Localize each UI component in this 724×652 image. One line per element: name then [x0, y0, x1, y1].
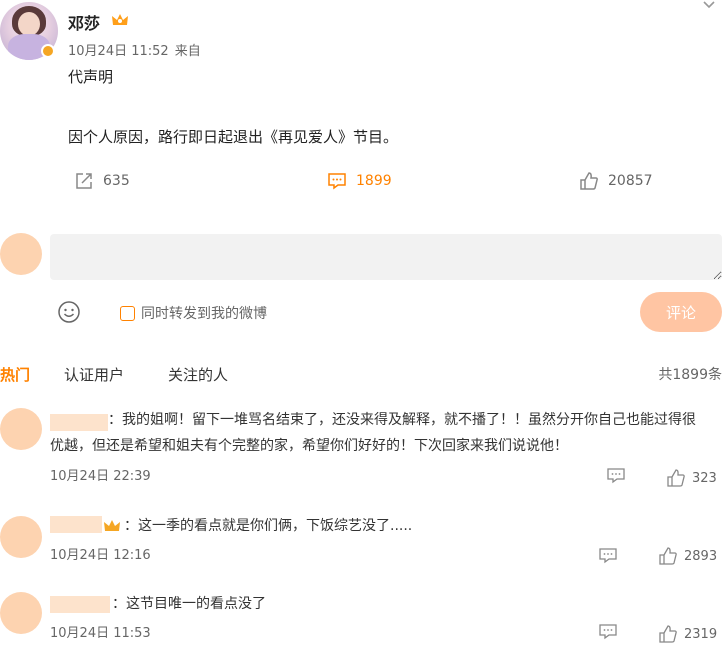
verified-badge-icon — [41, 44, 55, 58]
comment-like-button[interactable]: 2893 — [658, 546, 717, 566]
redacted-username — [50, 596, 110, 613]
comment-total: 共1899条 — [658, 367, 722, 383]
redacted-username — [50, 414, 108, 431]
reply-icon[interactable] — [606, 466, 626, 486]
chevron-down-icon[interactable] — [702, 0, 716, 12]
submit-comment-button[interactable]: 评论 — [640, 292, 722, 332]
like-count: 20857 — [608, 173, 653, 189]
comment-like-count: 2319 — [684, 626, 718, 642]
share-icon — [76, 173, 92, 189]
comment-text-cont: 优越，但还是希望和姐夫有个完整的家，希望你们好好的！下次回家来我们说说他！ — [50, 438, 568, 454]
comment-text: ：我的姐啊！留下一堆骂名结束了，还没来得及解释，就不播了！！虽然分开你自己也能过… — [108, 412, 696, 428]
comment-input[interactable] — [50, 234, 722, 280]
like-icon — [659, 547, 677, 565]
comment-count: 1899 — [356, 173, 392, 189]
post-date[interactable]: 10月24日 11:52 — [68, 44, 169, 59]
comment-icon — [328, 173, 346, 190]
crown-icon — [103, 518, 121, 534]
share-button[interactable]: 635 — [73, 170, 130, 192]
reply-icon[interactable] — [598, 622, 618, 642]
comment-like-count: 2893 — [684, 548, 718, 564]
comment-time: 10月24日 12:16 — [50, 548, 151, 563]
checkbox-box[interactable] — [120, 305, 135, 321]
comment-time: 10月24日 22:39 — [50, 469, 151, 484]
comment-button[interactable]: 1899 — [326, 170, 392, 192]
crown-icon — [110, 10, 130, 30]
post-text-line1: 代声明 — [68, 68, 114, 86]
reply-icon[interactable] — [598, 546, 618, 566]
like-icon — [667, 469, 685, 487]
tab-verified[interactable]: 认证用户 — [64, 364, 124, 385]
share-count: 635 — [103, 173, 130, 189]
my-avatar — [0, 233, 42, 275]
commenter-avatar[interactable] — [0, 408, 42, 450]
like-icon — [659, 625, 677, 643]
comment-like-button[interactable]: 2319 — [658, 624, 717, 644]
like-button[interactable]: 20857 — [578, 170, 653, 192]
redacted-username — [50, 516, 102, 533]
tab-following[interactable]: 关注的人 — [168, 364, 228, 385]
emoji-icon[interactable] — [57, 300, 81, 324]
tab-hot[interactable]: 热门 — [0, 364, 30, 385]
post-text-line2: 因个人原因，路行即日起退出《再见爱人》节目。 — [68, 128, 399, 146]
comment-time: 10月24日 11:53 — [50, 626, 151, 641]
post-source-label: 来自 — [174, 44, 201, 59]
comment-text: ：这一季的看点就是你们俩，下饭综艺没了..... — [124, 518, 413, 534]
repost-label: 同时转发到我的微博 — [141, 306, 267, 322]
commenter-avatar[interactable] — [0, 516, 42, 558]
like-icon — [580, 172, 598, 190]
post-meta: 10月24日 11:52 来自 — [68, 40, 201, 59]
repost-checkbox[interactable]: 同时转发到我的微博 — [120, 303, 267, 323]
commenter-avatar[interactable] — [0, 592, 42, 634]
comment-like-button[interactable]: 323 — [666, 468, 717, 488]
post-username[interactable]: 邓莎 — [68, 10, 100, 34]
comment-text: ：这节目唯一的看点没了 — [112, 596, 266, 612]
comment-like-count: 323 — [692, 470, 717, 486]
